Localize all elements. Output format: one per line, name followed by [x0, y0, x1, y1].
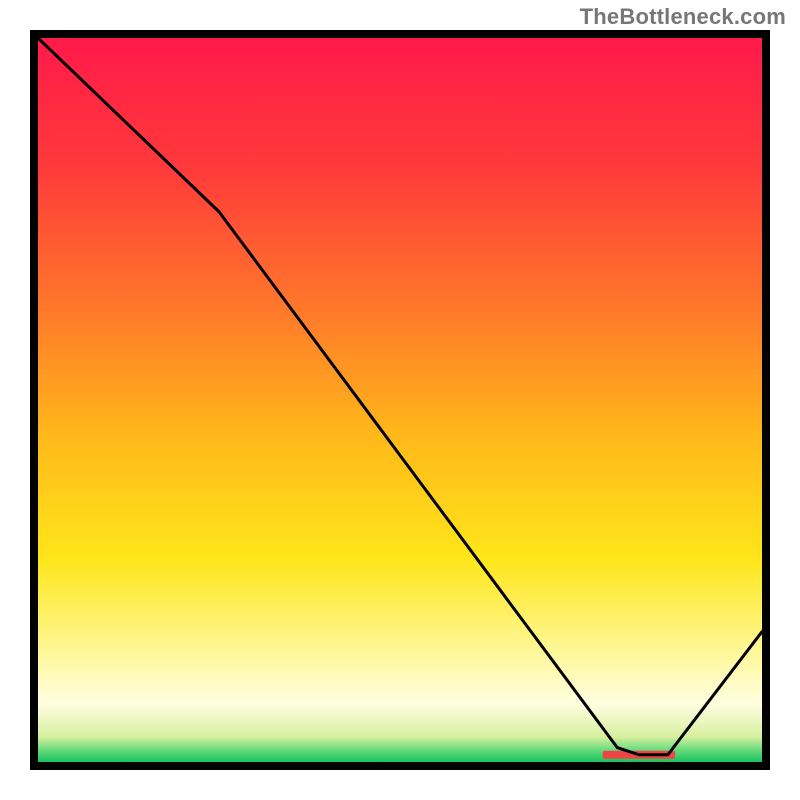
watermark-text: TheBottleneck.com [580, 4, 786, 30]
chart-svg [30, 30, 770, 770]
gradient-background [38, 38, 762, 762]
chart-container: TheBottleneck.com [0, 0, 800, 800]
plot-area [30, 30, 770, 770]
